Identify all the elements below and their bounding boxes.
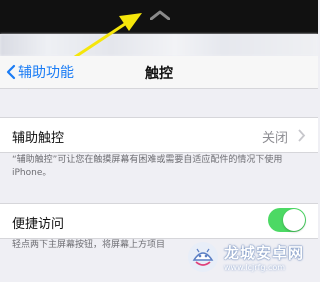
navigation-bar: 辅助功能 触控 bbox=[0, 56, 318, 89]
assistive-touch-row[interactable]: 辅助触控 关闭 bbox=[0, 117, 318, 153]
page-title: 触控 bbox=[145, 66, 173, 82]
reachability-toggle[interactable] bbox=[268, 208, 306, 232]
toggle-knob bbox=[283, 209, 305, 231]
watermark-title: 龙城安卓网 bbox=[224, 244, 305, 262]
reachability-label: 便捷访问 bbox=[12, 217, 65, 232]
reachability-row: 便捷访问 bbox=[0, 203, 318, 239]
watermark: 龙城安卓网 www.lcjrfg.com bbox=[186, 240, 304, 274]
assistive-touch-value: 关闭 bbox=[261, 131, 288, 146]
android-logo-icon bbox=[188, 242, 218, 272]
watermark-url: www.lcjrfg.com bbox=[224, 263, 286, 272]
chevron-right-icon bbox=[298, 129, 306, 142]
assistive-touch-label: 辅助触控 bbox=[12, 131, 65, 146]
assistive-touch-description: “辅助触控”可让您在触摸屏幕有困难或需要自适应配件的情况下使用iPhone。 bbox=[12, 155, 283, 178]
